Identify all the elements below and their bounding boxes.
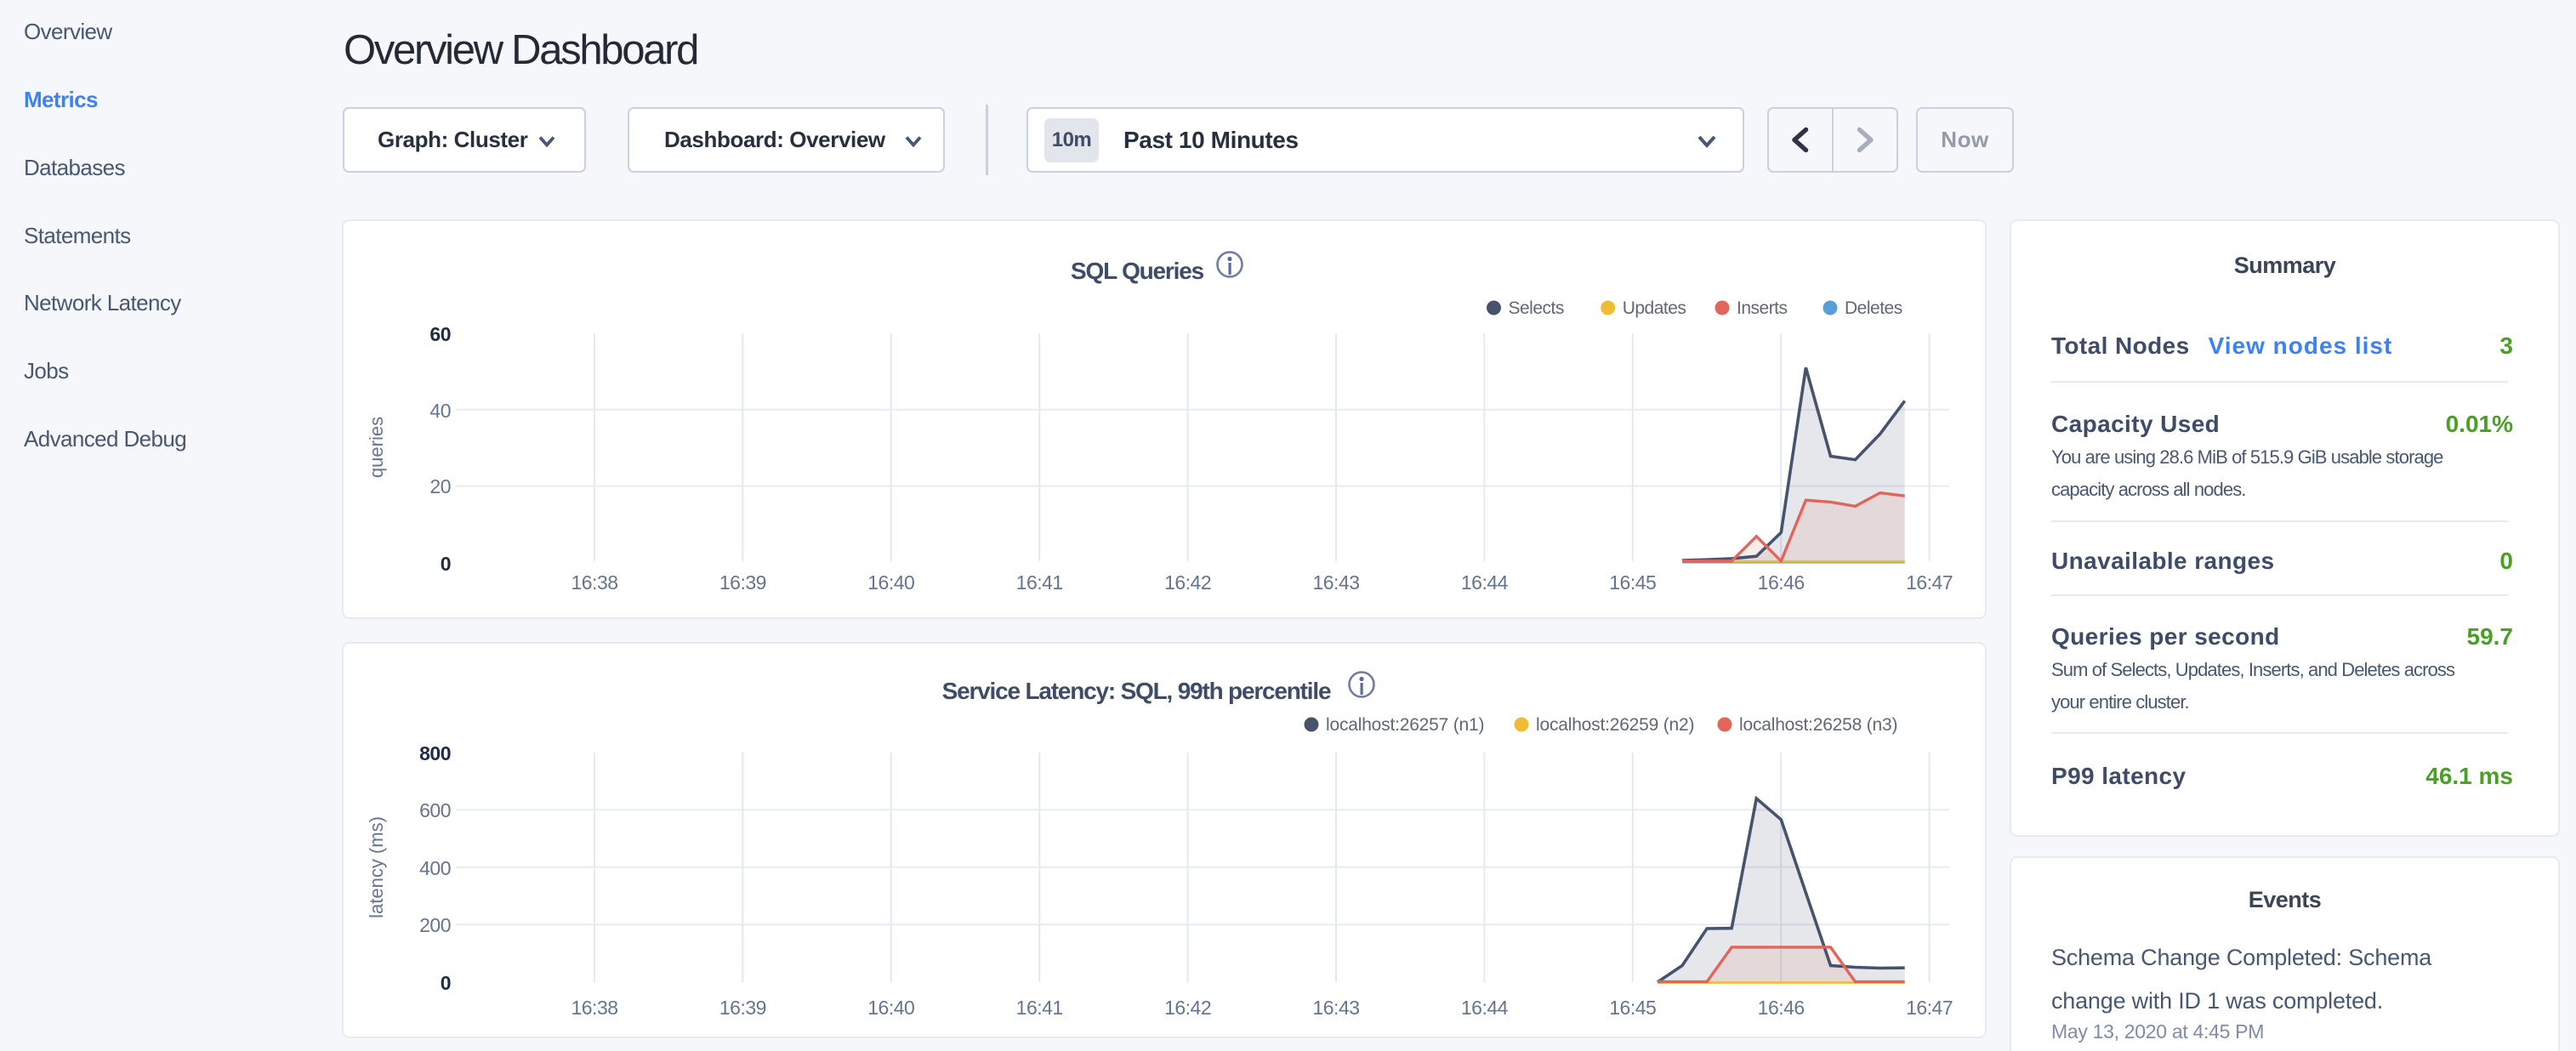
svg-text:16:46: 16:46 xyxy=(1758,571,1805,594)
svg-text:16:47: 16:47 xyxy=(1906,571,1953,594)
svg-text:Service Latency: SQL, 99th per: Service Latency: SQL, 99th percentile xyxy=(942,678,1331,704)
svg-text:16:45: 16:45 xyxy=(1609,571,1656,594)
svg-text:Inserts: Inserts xyxy=(1737,298,1788,318)
svg-text:16:44: 16:44 xyxy=(1461,997,1509,1019)
svg-text:16:41: 16:41 xyxy=(1016,997,1063,1019)
svg-text:Deletes: Deletes xyxy=(1845,298,1902,318)
svg-text:800: 800 xyxy=(419,742,451,764)
svg-text:16:46: 16:46 xyxy=(1758,997,1805,1019)
svg-text:60: 60 xyxy=(429,323,451,345)
svg-text:localhost:26257 (n1): localhost:26257 (n1) xyxy=(1326,715,1484,735)
svg-text:Updates: Updates xyxy=(1623,298,1686,318)
svg-text:16:39: 16:39 xyxy=(719,997,766,1019)
svg-text:16:40: 16:40 xyxy=(867,571,914,594)
svg-text:Selects: Selects xyxy=(1509,298,1564,318)
svg-text:16:41: 16:41 xyxy=(1016,571,1063,594)
svg-text:latency (ms): latency (ms) xyxy=(366,816,387,918)
svg-text:16:42: 16:42 xyxy=(1164,997,1211,1019)
svg-text:16:47: 16:47 xyxy=(1906,997,1953,1019)
svg-text:16:43: 16:43 xyxy=(1312,997,1359,1019)
svg-text:0: 0 xyxy=(441,972,451,994)
svg-text:localhost:26258 (n3): localhost:26258 (n3) xyxy=(1739,715,1897,735)
svg-text:16:43: 16:43 xyxy=(1312,571,1359,594)
svg-text:16:42: 16:42 xyxy=(1164,571,1211,594)
svg-text:400: 400 xyxy=(419,857,451,879)
svg-text:16:45: 16:45 xyxy=(1609,997,1656,1019)
svg-text:600: 600 xyxy=(419,799,451,821)
svg-text:16:38: 16:38 xyxy=(571,571,617,594)
svg-text:40: 40 xyxy=(429,400,451,422)
svg-text:16:38: 16:38 xyxy=(571,997,617,1019)
svg-text:queries: queries xyxy=(366,417,387,478)
svg-text:16:44: 16:44 xyxy=(1461,571,1509,594)
svg-text:16:39: 16:39 xyxy=(719,571,766,594)
svg-text:localhost:26259 (n2): localhost:26259 (n2) xyxy=(1536,715,1694,735)
svg-text:16:40: 16:40 xyxy=(867,997,914,1019)
svg-text:200: 200 xyxy=(419,914,451,936)
svg-text:20: 20 xyxy=(429,475,451,497)
svg-text:SQL Queries: SQL Queries xyxy=(1071,258,1204,284)
svg-text:0: 0 xyxy=(441,553,451,575)
